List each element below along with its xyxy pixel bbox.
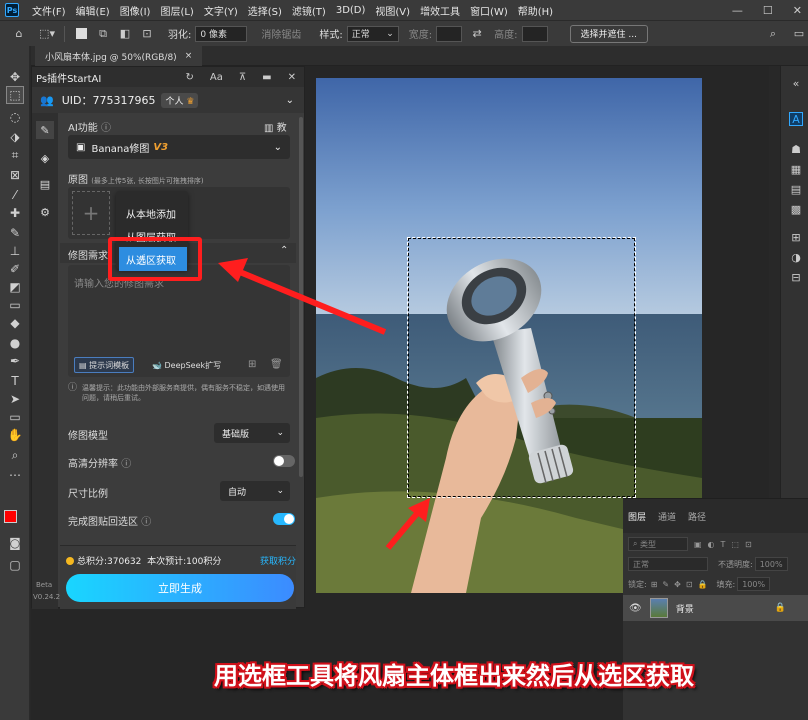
arrow-to-popup bbox=[233, 267, 387, 335]
blend-row: 正常 不透明度: 100% bbox=[628, 557, 788, 571]
layer-filter-row: ⌕ 类型 ▣◐T⬚⊡ bbox=[628, 537, 758, 551]
lock-icons[interactable]: ⊞✎✥⊡🔒 bbox=[651, 580, 713, 589]
blend-mode-select[interactable]: 正常 bbox=[628, 557, 708, 571]
eye-icon[interactable]: 👁 bbox=[629, 603, 642, 614]
opacity-input[interactable]: 100% bbox=[754, 557, 788, 571]
tutorial-caption: 用选框工具将风扇主体框出来然后从选区获取 bbox=[214, 662, 694, 690]
layer-thumbnail bbox=[649, 598, 668, 618]
arrowhead-popup bbox=[218, 258, 248, 282]
kind-filter-select[interactable]: ⌕ 类型 bbox=[628, 537, 688, 551]
kind-label: 类型 bbox=[640, 539, 657, 549]
tab-layers[interactable]: 图层 bbox=[628, 510, 646, 523]
fill-input[interactable]: 100% bbox=[737, 577, 771, 591]
arrow-to-selection bbox=[385, 508, 423, 550]
background-layer-row[interactable]: 👁 背景 🔒 bbox=[623, 595, 808, 621]
search-icon: ⌕ bbox=[633, 539, 638, 548]
lock-icon: 🔒 bbox=[774, 603, 786, 613]
lock-label: 锁定: bbox=[628, 579, 647, 589]
tab-channels[interactable]: 通道 bbox=[658, 510, 676, 523]
layer-name: 背景 bbox=[675, 604, 694, 615]
tab-paths[interactable]: 路径 bbox=[688, 510, 706, 523]
opacity-label: 不透明度: bbox=[718, 559, 753, 569]
layers-tabs: 图层 通道 路径 bbox=[623, 499, 808, 533]
filter-icons[interactable]: ▣◐T⬚⊡ bbox=[694, 540, 758, 549]
lock-row: 锁定: ⊞✎✥⊡🔒 填充: 100% bbox=[628, 577, 771, 591]
fill-label: 填充: bbox=[716, 579, 736, 589]
